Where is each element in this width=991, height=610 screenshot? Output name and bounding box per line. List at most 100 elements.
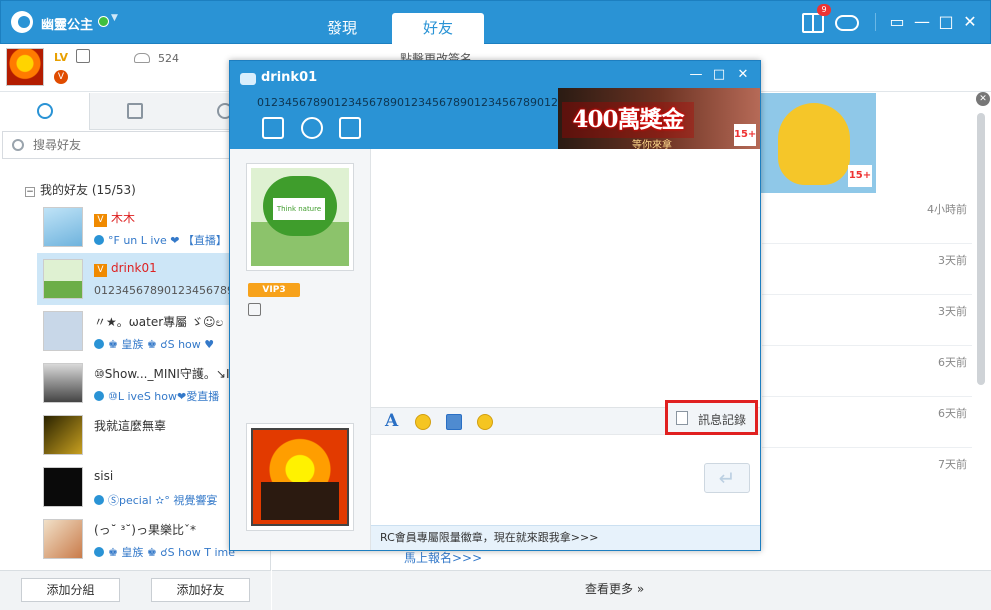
person-icon <box>37 103 53 119</box>
see-more-button[interactable]: 查看更多 » <box>585 580 644 597</box>
avatar[interactable] <box>43 259 83 299</box>
font-icon[interactable]: A <box>385 411 398 431</box>
timestamp: 4小時前 <box>927 203 967 216</box>
chat-bubble-icon <box>240 73 256 85</box>
friend-name: 我就這麼無辜 <box>94 419 167 433</box>
row-divider <box>762 294 972 295</box>
skin-button[interactable]: ▭ <box>887 11 907 33</box>
row-divider <box>762 447 972 448</box>
row-divider <box>762 396 972 397</box>
timestamp: 3天前 <box>938 254 967 267</box>
history-label: 訊息記錄 <box>698 413 747 427</box>
app-logo-icon <box>11 11 33 33</box>
minimize-button[interactable]: — <box>912 11 932 33</box>
tab-discover[interactable]: 發現 <box>296 13 388 45</box>
collapse-icon[interactable]: − <box>25 187 35 197</box>
sticker-icon[interactable] <box>477 414 493 430</box>
titlebar-divider <box>875 13 876 31</box>
chat-promo-link[interactable]: RC會員專屬限量徽章，現在就來跟我拿>>> <box>371 525 760 550</box>
chat-peer-signature: 0123456789012345678901234567890123456789… <box>257 96 557 109</box>
location-icon <box>94 235 104 245</box>
search-input[interactable] <box>33 136 233 154</box>
avatar[interactable] <box>43 207 83 247</box>
chevron-down-icon: » <box>636 582 645 596</box>
add-group-button[interactable]: 添加分組 <box>21 578 120 602</box>
crown-icon[interactable] <box>76 49 90 63</box>
row-divider <box>762 345 972 346</box>
group-count: (15/53) <box>91 183 136 197</box>
chat-title: drink01 <box>261 70 318 85</box>
avatar-caption: Think nature <box>273 198 325 220</box>
city-silhouette <box>261 482 339 520</box>
level-badge: LV <box>54 51 69 64</box>
avatar[interactable] <box>43 519 83 559</box>
scrollbar[interactable] <box>977 113 985 385</box>
facebook-icon <box>127 103 143 119</box>
age-rating-badge: 15+ <box>848 165 872 187</box>
message-input[interactable] <box>371 435 760 523</box>
chat-close-button[interactable]: ✕ <box>735 67 751 83</box>
location-icon <box>94 547 104 557</box>
history-icon <box>676 411 688 425</box>
ad-banner-side[interactable]: 15+ <box>760 93 876 193</box>
message-area[interactable] <box>371 149 760 407</box>
friend-list-footer: 添加分組 添加好友 <box>0 570 271 610</box>
search-box <box>2 131 244 159</box>
avatar[interactable] <box>43 415 83 455</box>
chat-header: drink01 01234567890123456789012345678901… <box>230 61 760 149</box>
timestamp: 3天前 <box>938 305 967 318</box>
gamepad-icon[interactable] <box>835 15 859 31</box>
chat-sidebar: Think nature VIP3 <box>230 149 371 550</box>
send-button[interactable]: ↵ <box>704 463 750 493</box>
gift-icon[interactable] <box>802 13 824 33</box>
tab-friends[interactable]: 好友 <box>392 13 484 45</box>
main-titlebar: 幽靈公主 ▼ 發現 好友 9 ▭ — □ ✕ <box>0 0 991 45</box>
location-icon <box>94 339 104 349</box>
vip-level-badge: VIP3 <box>248 283 300 297</box>
tab-contacts[interactable] <box>0 93 90 130</box>
username[interactable]: 幽靈公主 <box>41 14 93 33</box>
friend-name: (っ˘ ³˘)っ果樂比ˇ* <box>94 523 196 537</box>
close-ad-icon[interactable]: ✕ <box>976 92 990 106</box>
block-user-icon[interactable] <box>301 117 323 139</box>
chat-minimize-button[interactable]: — <box>688 67 704 83</box>
friend-name: 〃★。ωater專屬 ゞ☺ಲ <box>94 315 224 329</box>
vip-badge-icon: V <box>94 214 107 227</box>
my-avatar[interactable] <box>6 48 44 86</box>
avatar[interactable] <box>43 467 83 507</box>
vip-icon[interactable]: V <box>54 70 68 84</box>
my-avatar-large[interactable] <box>246 423 354 531</box>
report-icon[interactable] <box>339 117 361 139</box>
vip-badge-icon: V <box>94 264 107 277</box>
peer-avatar[interactable]: Think nature <box>246 163 354 271</box>
avatar[interactable] <box>43 363 83 403</box>
message-history-button[interactable]: 訊息記錄 <box>665 400 758 435</box>
tab-facebook[interactable] <box>90 93 180 130</box>
peer-avatar-image: Think nature <box>251 168 349 266</box>
my-avatar-image <box>251 428 349 526</box>
friend-group-header[interactable]: − 我的好友 (15/53) <box>25 181 136 198</box>
chat-maximize-button[interactable]: □ <box>711 67 727 83</box>
close-button[interactable]: ✕ <box>960 11 980 33</box>
emoji-icon[interactable] <box>415 414 431 430</box>
avatar[interactable] <box>43 311 83 351</box>
ad-banner[interactable]: 400萬獎金 等你來拿 15+ <box>558 88 760 149</box>
online-status-icon[interactable] <box>98 16 109 27</box>
crown-icon <box>248 303 261 316</box>
image-icon[interactable] <box>446 414 462 430</box>
points-icon <box>134 53 150 63</box>
gift-badge: 9 <box>817 4 831 16</box>
add-friend-button[interactable]: 添加好友 <box>151 578 250 602</box>
age-rating-badge: 15+ <box>734 124 756 146</box>
friend-name: V 木木 <box>94 209 135 227</box>
timestamp: 6天前 <box>938 356 967 369</box>
banner-subtitle: 等你來拿 <box>632 140 672 149</box>
friend-name: Vdrink01 <box>94 261 157 277</box>
banner-headline: 400萬獎金 <box>562 102 694 138</box>
maximize-button[interactable]: □ <box>936 11 956 33</box>
status-dropdown-icon[interactable]: ▼ <box>111 13 118 23</box>
group-label: 我的好友 <box>40 183 89 197</box>
signup-link[interactable]: 馬上報名>>> <box>404 549 482 566</box>
send-file-icon[interactable] <box>262 117 284 139</box>
friend-name: sisi <box>94 469 114 483</box>
